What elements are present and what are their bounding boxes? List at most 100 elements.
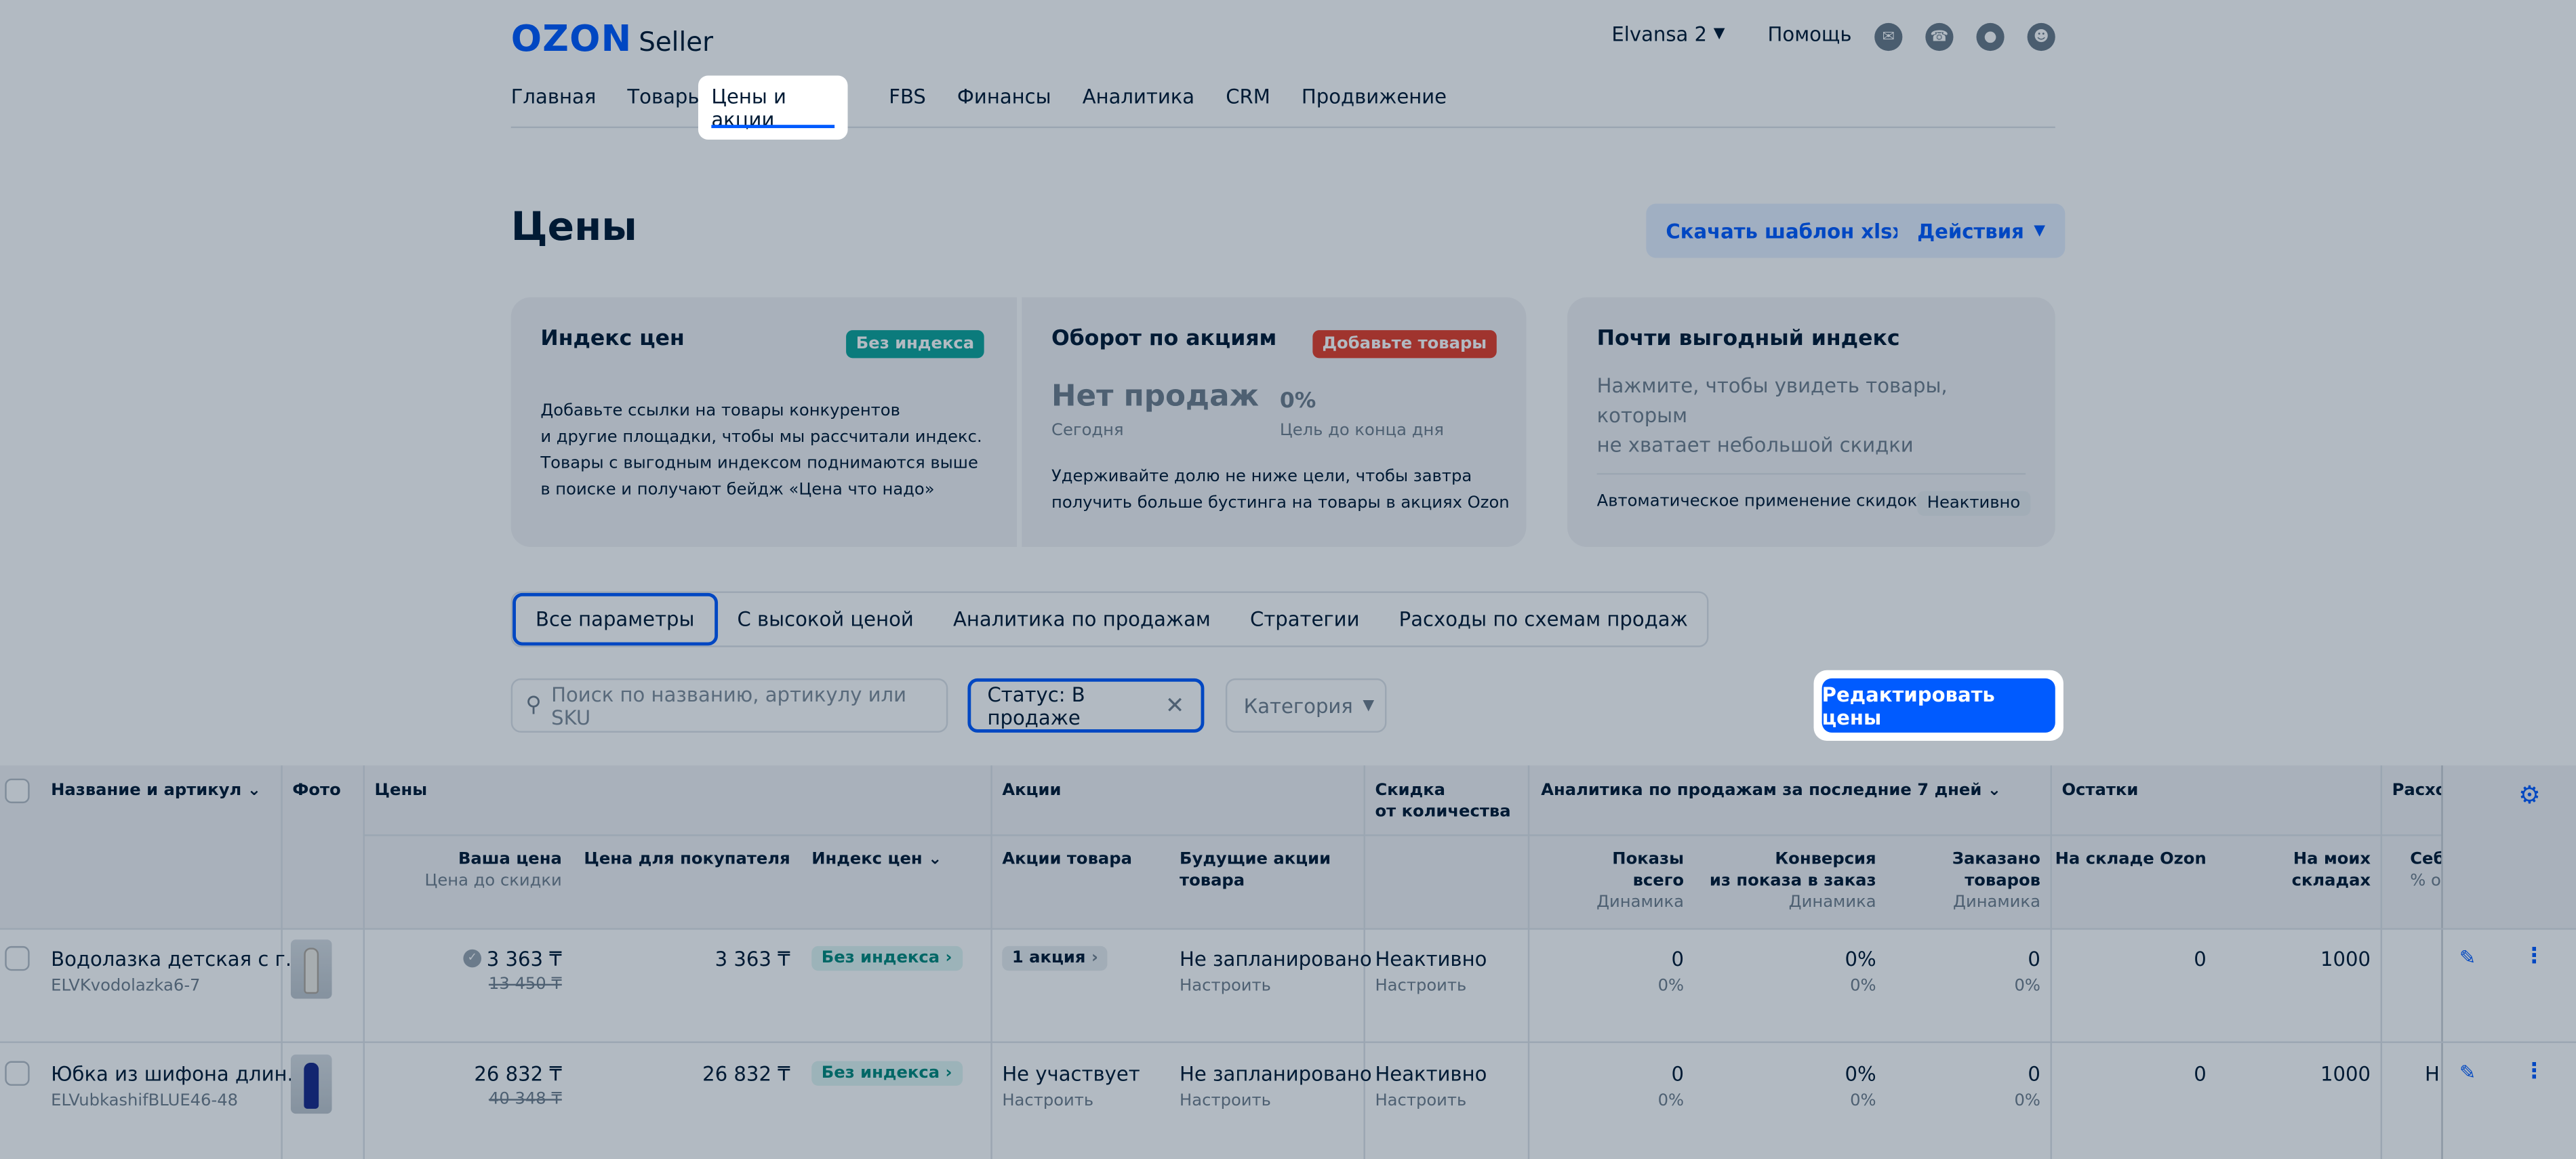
- headset-icon[interactable]: ☎: [1925, 22, 1954, 52]
- promos-status: Не участвует: [1002, 1062, 1140, 1086]
- price-index-card[interactable]: Индекс цен Без индекса Добавьте ссылки н…: [510, 297, 1018, 548]
- almost-index-text-line: не хватает небольшой скидки: [1596, 433, 1914, 457]
- col-views-line: Показы: [1612, 851, 1685, 870]
- actions-button[interactable]: Действия ▼: [1897, 203, 2066, 258]
- ozon-seller-logo[interactable]: OZON Seller: [511, 20, 713, 61]
- account-switcher[interactable]: Elvansa 2 ▼: [1611, 23, 1725, 46]
- future-promos-configure[interactable]: Настроить: [1180, 1089, 1271, 1114]
- col-expenses: Расхо: [2392, 781, 2442, 800]
- product-name[interactable]: Юбка из шифона длин...: [51, 1063, 306, 1087]
- qty-discount-configure[interactable]: Настроить: [1375, 1089, 1466, 1114]
- pencil-icon[interactable]: ✎: [2459, 946, 2476, 969]
- edit-prices-highlight: Редактировать цены: [1813, 670, 2064, 741]
- col-my-warehouses: На моих складах: [2291, 851, 2371, 891]
- tab-analytics[interactable]: Аналитика: [1083, 85, 1194, 121]
- segment-all-params[interactable]: Все параметры: [512, 592, 718, 646]
- col-ordered-dynamics: Динамика: [1953, 893, 2040, 912]
- your-price[interactable]: 26 832 ₸: [395, 1063, 562, 1087]
- promo-turnover-card[interactable]: Оборот по акциям Добавьте товары Нет про…: [1022, 297, 1527, 548]
- tab-crm[interactable]: CRM: [1226, 85, 1270, 121]
- almost-index-text: Нажмите, чтобы увидеть товары, которым н…: [1597, 371, 2026, 460]
- price-index-label: Без индекса: [821, 949, 940, 968]
- conversion-dynamics: 0%: [1850, 1092, 1876, 1111]
- segment-high-price[interactable]: С высокой ценой: [717, 593, 933, 646]
- chevron-down-icon: ⌄: [247, 781, 262, 800]
- tab-home[interactable]: Главная: [511, 85, 597, 121]
- download-template-button[interactable]: Скачать шаблон xlsx: [1646, 203, 1925, 258]
- chevron-right-icon: ›: [945, 949, 952, 968]
- col-ordered: Заказано товаров Динамика: [1906, 849, 2040, 914]
- ordered-dynamics: 0%: [2014, 1092, 2040, 1111]
- col-prices: Цены: [374, 781, 428, 800]
- more-vertical-icon[interactable]: ⋮: [2523, 1059, 2545, 1084]
- col-conversion-dynamics: Динамика: [1788, 893, 1876, 912]
- row-checkbox[interactable]: [5, 946, 30, 971]
- product-name[interactable]: Водолазка детская с г...: [51, 948, 304, 972]
- qty-discount-configure[interactable]: Настроить: [1375, 974, 1466, 998]
- category-filter[interactable]: Категория ▼: [1225, 678, 1387, 733]
- col-future-promos: Будущие акции товара: [1180, 849, 1331, 892]
- price-before-discount: 13 450 ₸: [488, 975, 562, 994]
- promos-label: 1 акция: [1011, 949, 1086, 968]
- segment-strategies[interactable]: Стратегии: [1230, 593, 1380, 646]
- status-filter-chip[interactable]: Статус: В продаже ✕: [967, 678, 1205, 733]
- col-future-promos-line: Будущие акции: [1180, 851, 1331, 870]
- search-input[interactable]: ⚲ Поиск по названию, артикулу или SKU: [510, 678, 948, 733]
- col-analytics[interactable]: Аналитика по продажам за последние 7 дне…: [1541, 780, 2001, 802]
- almost-index-card[interactable]: Почти выгодный индекс Нажмите, чтобы уви…: [1567, 297, 2055, 548]
- col-conversion-line: Конверсия: [1775, 851, 1876, 870]
- promos-configure[interactable]: Настроить: [1002, 1089, 1093, 1114]
- select-all-checkbox[interactable]: [5, 778, 30, 804]
- promos-badge[interactable]: 1 акция ›: [1002, 946, 1108, 971]
- price-index-badge[interactable]: Без индекса ›: [811, 1061, 963, 1086]
- more-vertical-icon[interactable]: ⋮: [2523, 944, 2545, 969]
- search-icon: ⚲: [525, 693, 542, 718]
- future-promos-configure[interactable]: Настроить: [1180, 974, 1271, 998]
- row-checkbox[interactable]: [5, 1061, 30, 1086]
- chevron-down-icon: ⌄: [1987, 781, 2002, 800]
- tab-prices-promos[interactable]: Цены и акции: [698, 75, 848, 140]
- qty-discount-status: Неактивно: [1375, 948, 1487, 971]
- price-index-badge[interactable]: Без индекса ›: [811, 946, 963, 971]
- ordered-value: 0: [2028, 948, 2040, 971]
- product-photo[interactable]: [290, 1054, 332, 1114]
- pencil-icon[interactable]: ✎: [2459, 1061, 2476, 1084]
- views-value: 0: [1671, 1062, 1685, 1086]
- help-link[interactable]: Помощь: [1768, 23, 1852, 46]
- auto-discount-status: Неактивно: [1917, 491, 2030, 516]
- user-icon[interactable]: ☻: [2027, 22, 2055, 52]
- col-price-index[interactable]: Индекс цен ⌄: [811, 849, 942, 871]
- ozon-warehouse-stock: 0: [2194, 948, 2207, 971]
- price-index-text-line: Товары с выгодным индексом поднимаются в…: [540, 455, 978, 473]
- views-value: 0: [1671, 948, 1685, 971]
- almost-index-text-line: Нажмите, чтобы увидеть товары, которым: [1596, 374, 1948, 428]
- tab-promotion[interactable]: Продвижение: [1302, 85, 1447, 121]
- col-before-discount-line: Цена до скидки: [424, 872, 562, 891]
- col-cost-line: Себ: [2410, 851, 2442, 870]
- edit-prices-label: Редактировать цены: [1822, 682, 1995, 729]
- col-your-price: Ваша цена Цена до скидки: [395, 849, 562, 892]
- chevron-down-icon: ⌄: [928, 851, 942, 870]
- future-promos: Не запланировано: [1180, 1062, 1372, 1086]
- col-name[interactable]: Название и артикул ⌄: [51, 780, 261, 802]
- segment-scheme-costs[interactable]: Расходы по схемам продаж: [1380, 593, 1708, 646]
- account-name: Elvansa 2: [1611, 22, 1708, 46]
- your-price[interactable]: 3 363 ₸: [395, 948, 562, 972]
- main-nav: Главная Товары FBS Финансы Аналитика CRM…: [511, 85, 1478, 121]
- tab-products[interactable]: Товары: [627, 85, 703, 121]
- product-photo[interactable]: [290, 939, 332, 999]
- tab-fbs[interactable]: FBS: [889, 85, 926, 121]
- product-sku: ELVKvodolazka6-7: [51, 977, 201, 996]
- col-conversion-line: из показа в заказ: [1709, 872, 1876, 891]
- col-conversion: Конверсия из показа в заказ Динамика: [1708, 849, 1876, 914]
- segment-sales-analytics[interactable]: Аналитика по продажам: [933, 593, 1230, 646]
- tab-finance[interactable]: Финансы: [957, 85, 1051, 121]
- chat-icon[interactable]: ✉: [1874, 22, 1903, 52]
- price-before-discount: 40 348 ₸: [488, 1091, 562, 1109]
- bell-icon[interactable]: ●: [1976, 22, 2005, 52]
- close-icon[interactable]: ✕: [1165, 692, 1184, 718]
- buyer-price: 26 832 ₸: [702, 1062, 790, 1086]
- col-divider: [2050, 765, 2052, 1159]
- edit-prices-button[interactable]: Редактировать цены: [1822, 678, 2055, 733]
- gear-icon[interactable]: ⚙: [2518, 780, 2541, 810]
